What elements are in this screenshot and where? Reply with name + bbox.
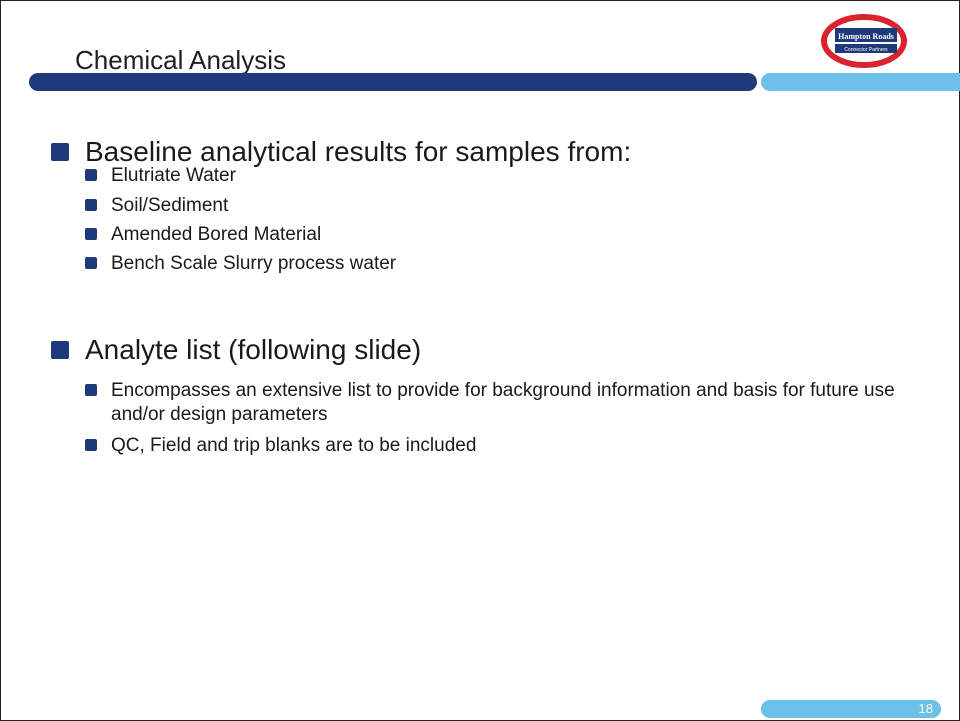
list-item: Amended Bored Material: [85, 223, 321, 247]
square-bullet-icon: [85, 439, 97, 451]
square-bullet-icon: [85, 384, 97, 396]
title-accent-bar: [761, 73, 960, 91]
list-item: Elutriate Water: [85, 164, 236, 188]
slide-title: Chemical Analysis: [75, 45, 286, 75]
square-bullet-icon: [51, 341, 69, 359]
logo-line1: Hampton Roads: [838, 32, 894, 41]
hampton-roads-logo: Hampton Roads Connector Partners: [821, 14, 907, 68]
page-number-bar: 18: [761, 700, 941, 718]
list-item: Soil/Sediment: [85, 194, 228, 218]
section-heading-analyte-list: Analyte list (following slide): [51, 334, 421, 366]
list-item: Encompasses an extensive list to provide…: [85, 379, 925, 427]
logo-line2: Connector Partners: [844, 47, 888, 53]
square-bullet-icon: [85, 228, 97, 240]
square-bullet-icon: [85, 169, 97, 181]
list-item: QC, Field and trip blanks are to be incl…: [85, 434, 476, 458]
page-number: 18: [918, 701, 933, 716]
square-bullet-icon: [85, 257, 97, 269]
title-underline-bar: [29, 73, 757, 91]
square-bullet-icon: [51, 143, 69, 161]
list-item: Bench Scale Slurry process water: [85, 252, 396, 276]
slide: Chemical Analysis Hampton Roads Connecto…: [0, 0, 960, 721]
square-bullet-icon: [85, 199, 97, 211]
